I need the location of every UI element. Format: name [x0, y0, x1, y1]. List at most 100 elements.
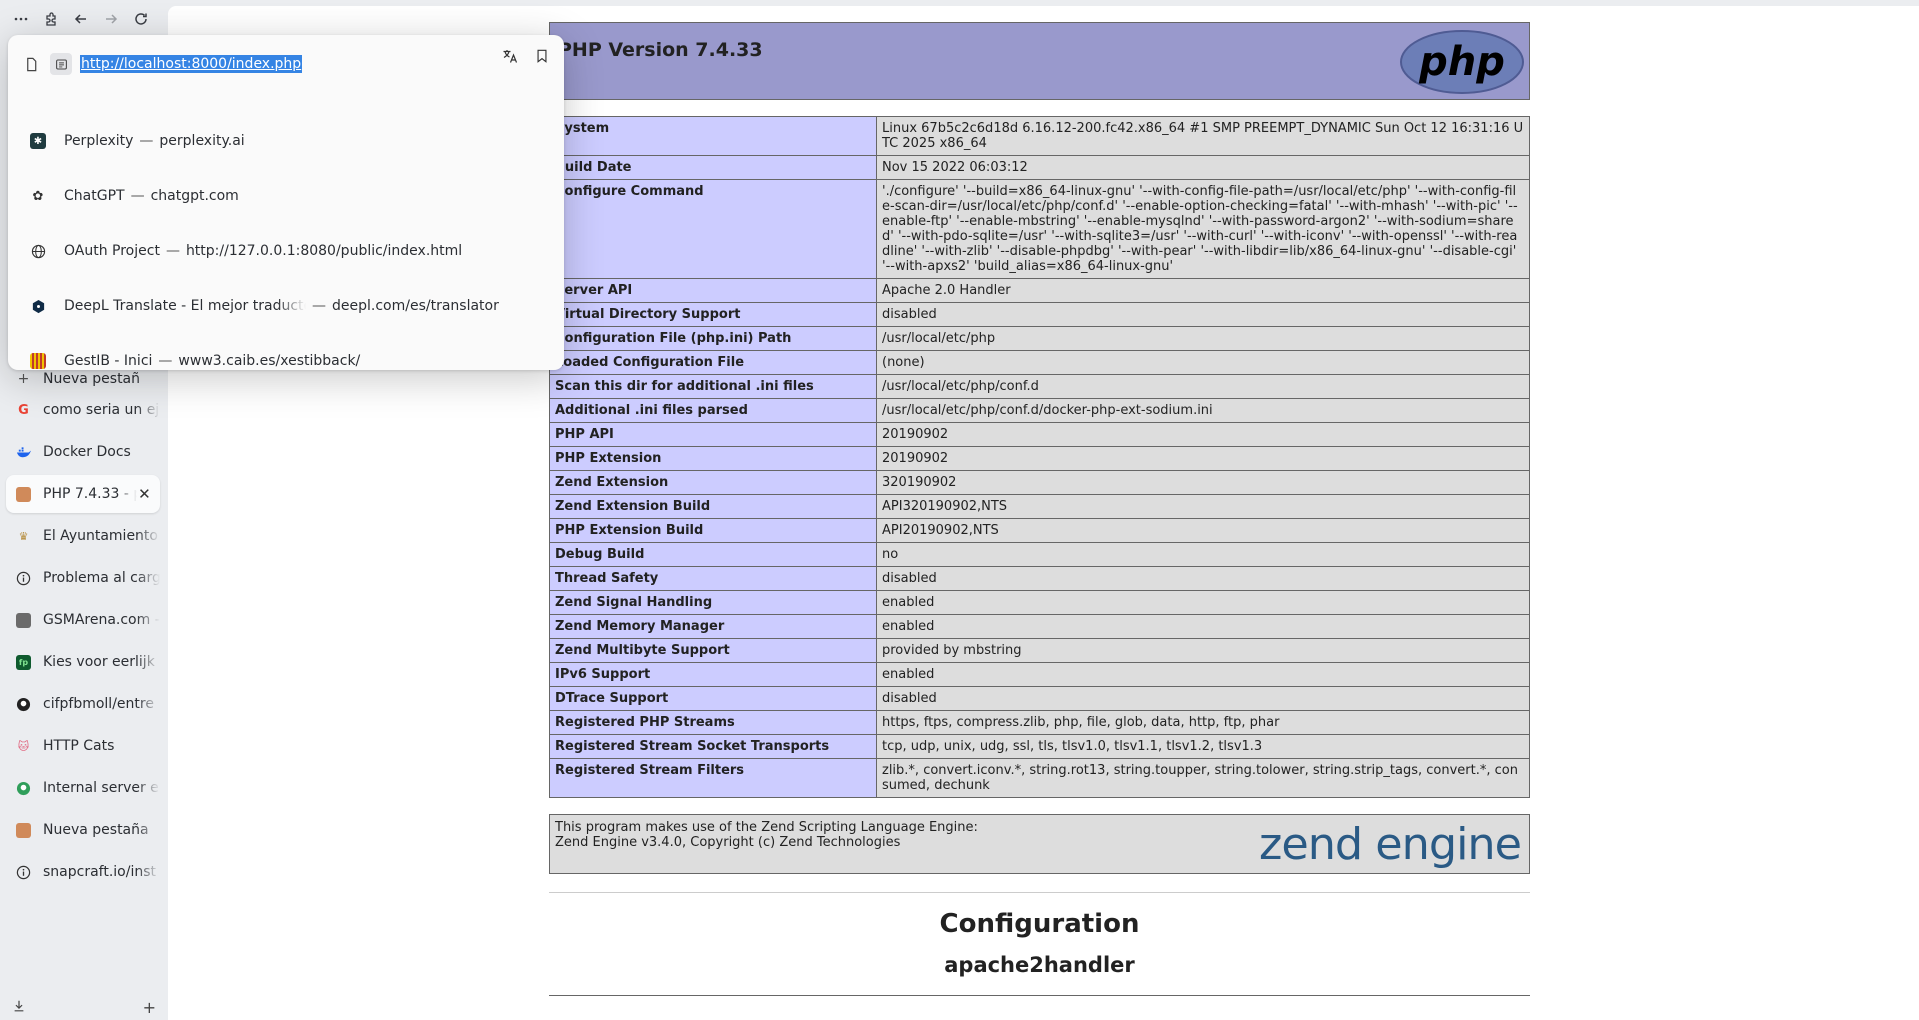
tab-internal-server[interactable]: Internal server e [6, 769, 160, 807]
table-row: Additional .ini files parsed/usr/local/e… [549, 398, 1530, 423]
zend-engine-logo: zend engine [1259, 819, 1522, 870]
table-row: Configuration File (php.ini) Path/usr/lo… [549, 326, 1530, 351]
row-key: Configuration File (php.ini) Path [549, 326, 877, 351]
url-actions [502, 47, 550, 65]
tab-problema[interactable]: Problema al carg [6, 559, 160, 597]
tab-github-cifpfbmoll[interactable]: cifpfbmoll/entre [6, 685, 160, 723]
fp-icon: fp [16, 654, 31, 670]
row-value: 320190902 [876, 470, 1530, 495]
cat-icon: 🐱︎ [17, 739, 30, 753]
bookmark-icon[interactable] [534, 47, 550, 65]
suggestion-url: chatgpt.com [150, 188, 239, 204]
suggestion-title: DeepL Translate - El mejor traducto [64, 298, 306, 314]
zend-text: This program makes use of the Zend Scrip… [555, 820, 978, 850]
row-value: Linux 67b5c2c6d18d 6.16.12-200.fc42.x86_… [876, 116, 1530, 156]
table-row: Build Date Nov 15 2022 06:03:12 [549, 155, 1530, 180]
suggestion-gestib[interactable]: GestIB - Inici — www3.caib.es/xestibback… [8, 339, 564, 383]
table-row: PHP Extension 20190902 [549, 446, 1530, 471]
row-key: Zend Extension [549, 470, 877, 495]
row-value: no [876, 542, 1530, 567]
caib-shield-icon [30, 353, 46, 369]
tab-http-cats[interactable]: 🐱︎ HTTP Cats [6, 727, 160, 765]
sidebar-footer: + [0, 994, 168, 1020]
suggestion-separator: — [139, 133, 154, 149]
row-key: Zend Extension Build [549, 494, 877, 519]
crest-icon: ♛ [18, 529, 29, 543]
arrow-right-icon[interactable] [98, 6, 124, 32]
suggestion-deepl[interactable]: DeepL Translate - El mejor traducto — de… [8, 284, 564, 328]
row-value: 20190902 [876, 422, 1530, 447]
zend-engine-box: This program makes use of the Zend Scrip… [549, 814, 1530, 874]
more-horizontal-icon[interactable] [8, 6, 34, 32]
url-input-row[interactable]: http://localhost:8000/index.php [8, 43, 564, 85]
page-icon [24, 56, 40, 72]
info-icon [16, 571, 31, 586]
row-value: /usr/local/etc/php [876, 326, 1530, 351]
configuration-heading: Configuration [939, 909, 1140, 939]
row-value: './configure' '--build=x86_64-linux-gnu'… [876, 179, 1530, 279]
arrow-left-icon[interactable] [68, 6, 94, 32]
row-value: enabled [876, 614, 1530, 639]
suggestion-perplexity[interactable]: ✱ Perplexity — perplexity.ai [8, 119, 564, 163]
suggestion-title: Perplexity [64, 133, 134, 149]
reload-icon[interactable] [128, 6, 154, 32]
next-table-edge [549, 995, 1530, 1007]
suggestion-url: deepl.com/es/translator [332, 298, 499, 314]
tab-google-search[interactable]: G como seria un ej [6, 391, 160, 429]
row-value: enabled [876, 662, 1530, 687]
tab-nueva-pestana-2[interactable]: Nueva pestaña [6, 811, 160, 849]
info-icon [16, 865, 31, 880]
tab-php-info-active[interactable]: PHP 7.4.33 - p ✕ [6, 475, 160, 513]
row-key: PHP Extension Build [549, 518, 877, 543]
phpinfo-container: PHP Version 7.4.33 php System Linux 67b5c… [549, 22, 1530, 1007]
row-key: Server API [549, 278, 877, 303]
suggestion-oauth-project[interactable]: OAuth Project — http://127.0.0.1:8080/pu… [8, 229, 564, 273]
zend-line-1: This program makes use of the Zend Scrip… [555, 820, 978, 835]
section-heading: apache2handler [944, 953, 1135, 977]
row-value: API320190902,NTS [876, 494, 1530, 519]
table-row: IPv6 Support enabled [549, 662, 1530, 687]
tab-docker-docs[interactable]: Docker Docs [6, 433, 160, 471]
puzzle-icon[interactable] [38, 6, 64, 32]
url-input[interactable]: http://localhost:8000/index.php [80, 55, 303, 73]
row-key: Registered PHP Streams [549, 710, 877, 735]
suggestion-title: OAuth Project [64, 243, 160, 259]
tab-label: PHP 7.4.33 - p [43, 486, 137, 502]
github-icon [16, 697, 31, 712]
table-row: Loaded Configuration File (none) [549, 350, 1530, 375]
page-favicon-icon [16, 822, 31, 838]
gsmarena-icon [16, 612, 31, 628]
table-row: Zend Extension Build API320190902,NTS [549, 494, 1530, 519]
table-row: Scan this dir for additional .ini files /… [549, 374, 1530, 399]
new-tab-button[interactable]: + [143, 998, 156, 1017]
download-icon[interactable] [12, 998, 26, 1017]
row-value: disabled [876, 566, 1530, 591]
row-key: Zend Multibyte Support [549, 638, 877, 663]
row-key: Loaded Configuration File [549, 350, 877, 375]
table-row: Thread Safety disabled [549, 566, 1530, 591]
translate-icon[interactable] [502, 47, 518, 65]
table-row: Zend Memory Manager enabled [549, 614, 1530, 639]
table-row: PHP API 20190902 [549, 422, 1530, 447]
table-row: Debug Build no [549, 542, 1530, 567]
close-icon[interactable]: ✕ [137, 485, 152, 503]
reader-mode-icon[interactable] [50, 53, 72, 75]
suggestion-separator: — [312, 298, 326, 314]
tab-label: como seria un ej [43, 402, 160, 418]
tab-label: Internal server e [43, 780, 159, 796]
table-row: Server API Apache 2.0 Handler [549, 278, 1530, 303]
tab-ayuntamiento[interactable]: ♛ El Ayuntamiento [6, 517, 160, 555]
row-value: 20190902 [876, 446, 1530, 471]
row-key: Zend Memory Manager [549, 614, 877, 639]
tab-snapcraft[interactable]: snapcraft.io/inst [6, 853, 160, 891]
row-key: DTrace Support [549, 686, 877, 711]
row-key: IPv6 Support [549, 662, 877, 687]
page-title: PHP Version 7.4.33 [558, 39, 763, 61]
tab-label: Docker Docs [43, 444, 131, 460]
suggestion-chatgpt[interactable]: ✿ ChatGPT — chatgpt.com [8, 174, 564, 218]
row-key: Registered Stream Socket Transports [549, 734, 877, 759]
tab-gsmarena[interactable]: GSMArena.com - [6, 601, 160, 639]
tab-kies[interactable]: fp Kies voor eerlijk [6, 643, 160, 681]
row-key: Debug Build [549, 542, 877, 567]
google-icon: G [18, 402, 29, 418]
